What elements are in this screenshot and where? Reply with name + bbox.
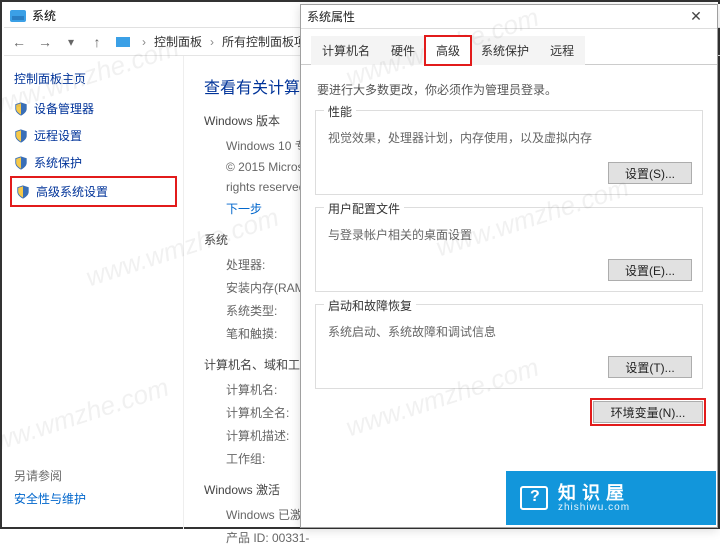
environment-variables-button[interactable]: 环境变量(N)...	[593, 401, 703, 423]
dialog-titlebar: 系统属性 ✕	[301, 5, 717, 29]
group-desc: 视觉效果，处理器计划，内存使用，以及虚拟内存	[328, 129, 692, 146]
breadcrumb-item[interactable]: 所有控制面板项	[222, 33, 306, 50]
shield-icon	[16, 185, 30, 199]
group-title: 用户配置文件	[324, 200, 404, 217]
dialog-tabs: 计算机名 硬件 高级 系统保护 远程	[301, 29, 717, 65]
tab-remote[interactable]: 远程	[539, 36, 585, 65]
see-also-label: 另请参阅	[14, 467, 177, 484]
breadcrumb-icon	[116, 37, 130, 47]
user-profiles-settings-button[interactable]: 设置(E)...	[608, 259, 692, 281]
group-user-profiles: 用户配置文件 与登录帐户相关的桌面设置 设置(E)...	[315, 207, 703, 292]
forward-button[interactable]: →	[34, 32, 56, 52]
group-desc: 与登录帐户相关的桌面设置	[328, 226, 692, 243]
system-properties-dialog: 系统属性 ✕ 计算机名 硬件 高级 系统保护 远程 要进行大多数更改，你必须作为…	[300, 4, 718, 528]
brand-en: zhishiwu.com	[558, 502, 630, 513]
value-row: 产品 ID: 00331-	[226, 529, 700, 546]
breadcrumb-item[interactable]: 控制面板	[154, 33, 202, 50]
tab-advanced[interactable]: 高级	[425, 36, 471, 65]
sidebar-item-label: 设备管理器	[34, 100, 94, 117]
performance-settings-button[interactable]: 设置(S)...	[608, 162, 692, 184]
shield-icon	[14, 102, 28, 116]
admin-note: 要进行大多数更改，你必须作为管理员登录。	[317, 81, 703, 98]
group-startup-recovery: 启动和故障恢复 系统启动、系统故障和调试信息 设置(T)...	[315, 304, 703, 389]
shield-icon	[14, 129, 28, 143]
up-button[interactable]: ↑	[86, 32, 108, 52]
chevron-right-icon: ›	[206, 35, 218, 49]
group-title: 启动和故障恢复	[324, 297, 416, 314]
group-performance: 性能 视觉效果，处理器计划，内存使用，以及虚拟内存 设置(S)...	[315, 110, 703, 195]
sidebar-item-label: 高级系统设置	[36, 183, 108, 200]
group-title: 性能	[324, 103, 356, 120]
brand-icon	[520, 486, 548, 510]
history-dropdown[interactable]: ▾	[60, 32, 82, 52]
back-button[interactable]: ←	[8, 32, 30, 52]
sidebar-heading[interactable]: 控制面板主页	[14, 70, 177, 87]
sidebar-item-system-protection[interactable]: 系统保护	[10, 149, 177, 176]
chevron-right-icon: ›	[138, 35, 150, 49]
group-desc: 系统启动、系统故障和调试信息	[328, 323, 692, 340]
tab-computer-name[interactable]: 计算机名	[311, 36, 381, 65]
see-also-link[interactable]: 安全性与维护	[14, 490, 177, 507]
sidebar: 控制面板主页 设备管理器 远程设置 系统保护 高级系统设置	[4, 56, 184, 529]
sidebar-item-advanced-system-settings[interactable]: 高级系统设置	[10, 176, 177, 207]
close-button[interactable]: ✕	[681, 7, 711, 27]
sidebar-item-label: 远程设置	[34, 127, 82, 144]
brand-cn: 知识屋	[558, 484, 630, 502]
system-icon	[10, 10, 26, 22]
tab-hardware[interactable]: 硬件	[380, 36, 426, 65]
sidebar-bottom: 另请参阅 安全性与维护	[10, 467, 177, 507]
window-frame: 系统 ← → ▾ ↑ › 控制面板 › 所有控制面板项 › 控制面板主页 设备管…	[0, 0, 720, 529]
sidebar-item-remote-settings[interactable]: 远程设置	[10, 122, 177, 149]
startup-recovery-settings-button[interactable]: 设置(T)...	[608, 356, 692, 378]
cp-title: 系统	[32, 7, 56, 24]
shield-icon	[14, 156, 28, 170]
tab-system-protection[interactable]: 系统保护	[470, 36, 540, 65]
brand-watermark: 知识屋 zhishiwu.com	[506, 471, 716, 525]
sidebar-item-device-manager[interactable]: 设备管理器	[10, 95, 177, 122]
sidebar-item-label: 系统保护	[34, 154, 82, 171]
dialog-title: 系统属性	[307, 8, 355, 25]
dialog-body: 要进行大多数更改，你必须作为管理员登录。 性能 视觉效果，处理器计划，内存使用，…	[301, 65, 717, 431]
